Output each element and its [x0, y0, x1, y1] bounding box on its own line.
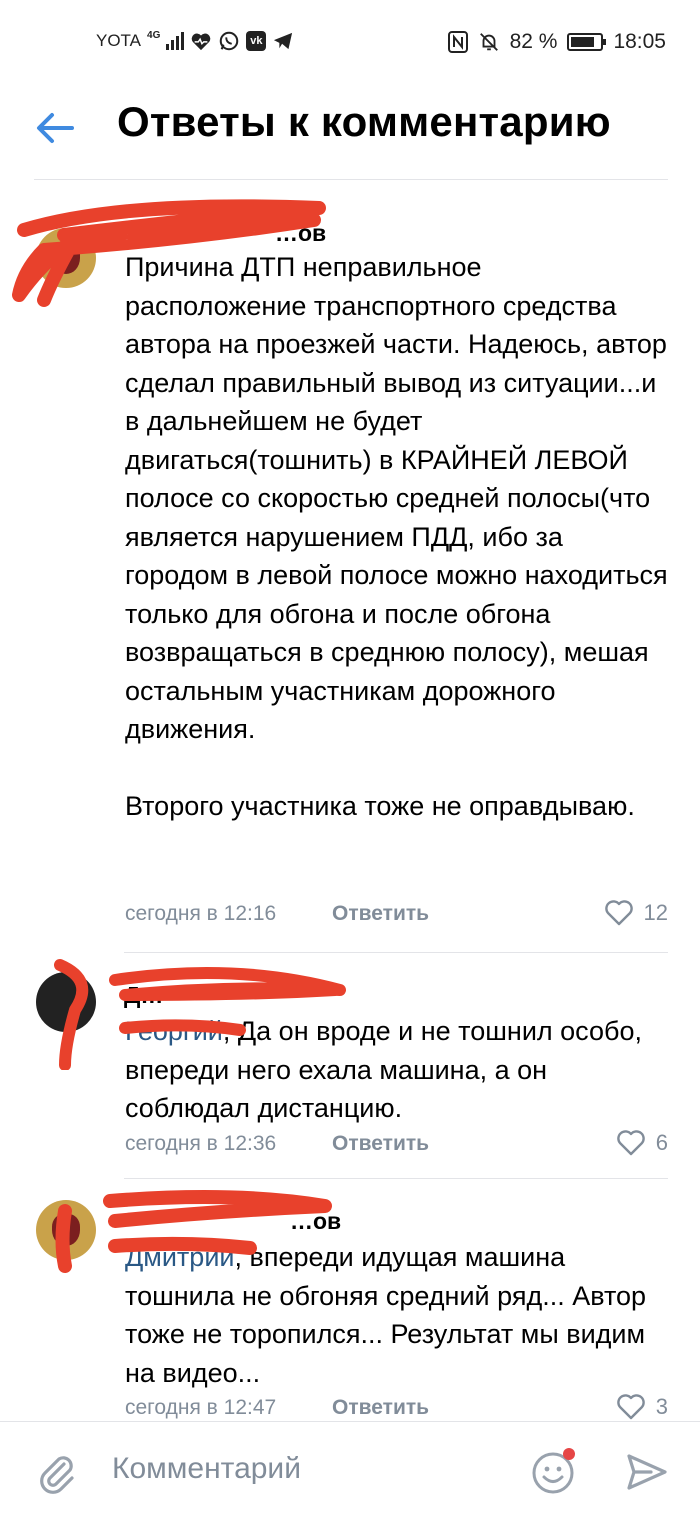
comment-time: сегодня в 12:36 [125, 1132, 277, 1155]
like-button[interactable]: 6 [616, 1130, 668, 1156]
heart-icon [604, 900, 633, 926]
reply-button[interactable]: Ответить [332, 1396, 429, 1420]
comment-text: Георгий, Да он вроде и не тошнил особо, … [125, 1012, 670, 1128]
nfc-icon [447, 31, 468, 53]
avatar[interactable] [36, 972, 96, 1032]
header-divider [34, 179, 668, 180]
vk-icon: vk [246, 31, 267, 51]
avatar-emblem [52, 1214, 80, 1246]
comment-text: Причина ДТП неправильное расположение тр… [125, 252, 668, 821]
comment-separator [124, 1178, 668, 1179]
comment-item: …ов Дмитрий, впереди идущая машина тошни… [0, 1186, 700, 1426]
comment-time: сегодня в 12:47 [125, 1396, 277, 1419]
notification-dot [563, 1448, 575, 1460]
carrier-label: YOTA [96, 31, 142, 50]
like-button[interactable]: 12 [604, 900, 668, 926]
mention-link[interactable]: Дмитрий [125, 1242, 234, 1272]
heart-icon [616, 1130, 645, 1156]
signal-icon [166, 32, 185, 50]
comment-item: Д… Георгий, Да он вроде и не тошнил особ… [0, 959, 700, 1170]
comment-time: сегодня в 12:16 [125, 902, 277, 925]
comment-composer: Комментарий [0, 1421, 700, 1517]
avatar[interactable] [36, 1200, 96, 1260]
reply-button[interactable]: Ответить [332, 902, 429, 926]
battery-fill [571, 37, 595, 47]
comment-input[interactable]: Комментарий [112, 1452, 301, 1486]
back-arrow-icon[interactable] [32, 106, 76, 150]
emoji-icon[interactable] [530, 1446, 580, 1496]
heart-icon [616, 1394, 645, 1420]
clock: 18:05 [613, 30, 666, 53]
battery-percent: 82 % [509, 30, 558, 53]
mention-link[interactable]: Георгий [125, 1016, 223, 1046]
telegram-icon [274, 32, 293, 50]
send-icon[interactable] [625, 1450, 669, 1494]
app-header: Ответы к комментарию [0, 88, 700, 180]
page-title: Ответы к комментарию [117, 98, 611, 145]
attach-icon[interactable] [34, 1450, 78, 1494]
like-button[interactable]: 3 [616, 1394, 668, 1420]
comment-meta: сегодня в 12:36 Ответить 6 [125, 1130, 668, 1162]
heart-rate-icon [192, 33, 211, 51]
mute-bell-icon [479, 33, 498, 51]
comment-author[interactable]: …ов [290, 1208, 341, 1235]
comment-separator [124, 952, 668, 953]
whatsapp-icon [220, 31, 239, 51]
comment-item: …ов Причина ДТП неправильное расположени… [0, 190, 700, 940]
status-bar: YOTA 4G vk 82 % 18:05 [0, 0, 700, 88]
avatar[interactable] [36, 228, 96, 288]
comment-meta: сегодня в 12:16 Ответить 12 [125, 900, 668, 932]
network-label: 4G [147, 30, 161, 41]
status-right: 82 % 18:05 [447, 30, 666, 54]
like-count: 3 [655, 1394, 668, 1419]
battery-icon [567, 33, 607, 51]
comment-author[interactable]: …ов [275, 220, 326, 247]
like-count: 12 [643, 900, 668, 925]
comment-author[interactable]: Д… [124, 982, 163, 1009]
status-left: YOTA 4G vk [96, 30, 294, 52]
avatar-emblem [52, 242, 80, 274]
comment-text: Дмитрий, впереди идущая машина тошнила н… [125, 1238, 670, 1392]
reply-button[interactable]: Ответить [332, 1132, 429, 1156]
like-count: 6 [655, 1130, 668, 1155]
